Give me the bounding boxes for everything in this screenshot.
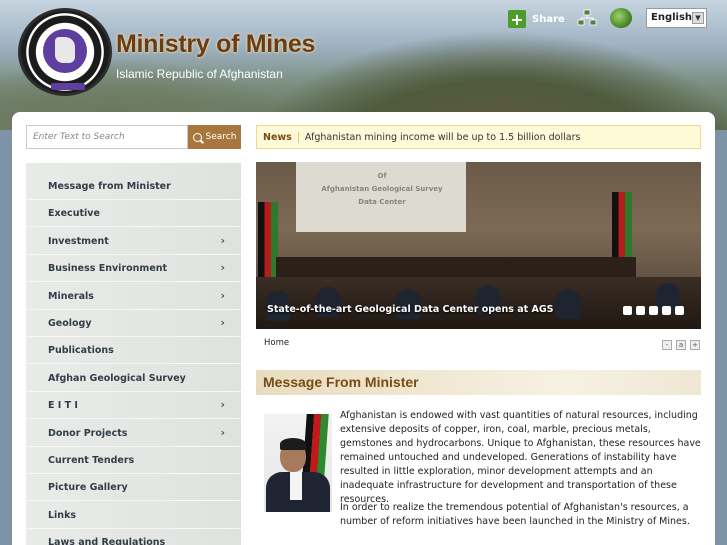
chevron-right-icon: › — [220, 261, 225, 275]
sidebar-item[interactable]: Laws and Regulations — [26, 529, 241, 545]
sidebar-item-label: Laws and Regulations — [48, 537, 166, 545]
portrait-shirt — [290, 472, 302, 500]
sidebar-item-label: Geology — [48, 318, 92, 329]
slide-dot-1[interactable] — [623, 306, 632, 315]
sidebar-item[interactable]: Executive — [26, 200, 241, 228]
sidebar-nav: Message from Minister Executive Investment… — [26, 163, 241, 545]
sidebar-item[interactable]: Publications — [26, 337, 241, 365]
section-header: Message From Minister — [256, 370, 701, 395]
featured-slideshow[interactable]: Of Afghanistan Geological Survey Data Ce… — [256, 162, 701, 329]
sidebar-item-label: Links — [48, 509, 77, 521]
language-select[interactable]: English ▼ — [646, 8, 707, 28]
sidebar-item[interactable]: Links — [26, 502, 241, 529]
chevron-right-icon: › — [220, 425, 225, 439]
sidebar-item-label: Executive — [48, 208, 100, 220]
text-decrease-button[interactable]: - — [662, 340, 672, 350]
plus-icon: + — [508, 10, 526, 29]
intro-paragraph: Afghanistan is endowed with vast quantit… — [340, 410, 701, 505]
slide-dot-2[interactable] — [636, 306, 645, 315]
slide-dot-5[interactable] — [675, 306, 684, 315]
site-subtitle: Islamic Republic of Afghanistan — [116, 67, 283, 81]
seal-ribbon — [51, 83, 85, 90]
text-increase-button[interactable]: + — [690, 340, 700, 350]
page-title: Message From Minister — [263, 374, 419, 390]
chevron-right-icon: › — [220, 233, 225, 247]
sidebar-item-label: Investment — [48, 235, 109, 247]
sidebar-item-label: Picture Gallery — [48, 482, 128, 494]
slide-dot-3[interactable] — [649, 306, 658, 315]
sidebar-item[interactable]: Minerals › — [26, 283, 241, 310]
sidebar-item[interactable]: Donor Projects › — [26, 420, 241, 447]
search-placeholder: Enter Text to Search — [33, 132, 125, 142]
chevron-right-icon: › — [220, 398, 225, 412]
news-headline[interactable]: Afghanistan mining income will be up to … — [305, 132, 581, 143]
news-ticker[interactable]: News Afghanistan mining income will be u… — [256, 125, 701, 149]
site-title[interactable]: Ministry of Mines — [116, 30, 315, 59]
search-icon — [192, 132, 202, 142]
sidebar-item[interactable]: E I T I › — [26, 392, 241, 420]
ministry-seal-logo[interactable] — [18, 8, 112, 96]
chevron-right-icon: › — [220, 316, 225, 329]
search-input[interactable]: Enter Text to Search — [26, 125, 188, 149]
audience-member — [556, 289, 580, 319]
sidebar-item[interactable]: Investment › — [26, 228, 241, 255]
chevron-down-icon: ▼ — [692, 12, 704, 24]
slide-caption[interactable]: State-of-the-art Geological Data Center … — [267, 304, 553, 315]
sidebar-item-label: Business Environment — [48, 263, 168, 275]
breadcrumb-home[interactable]: Home — [264, 338, 289, 348]
sidebar-item[interactable]: Afghan Geological Survey — [26, 365, 241, 392]
sidebar-item-label: Minerals — [48, 290, 94, 302]
sidebar-item-label: Current Tenders — [48, 455, 135, 466]
sidebar-item[interactable]: Business Environment › — [26, 255, 241, 283]
sidebar-item[interactable]: Message from Minister — [26, 173, 241, 200]
text-reset-button[interactable]: a — [676, 340, 686, 350]
search-button-label: Search — [205, 132, 237, 142]
news-label: News — [257, 131, 299, 143]
chevron-right-icon: › — [220, 288, 225, 302]
slide-audience — [256, 277, 701, 329]
sidebar-item-label: E I T I — [48, 400, 78, 412]
slide-dot-4[interactable] — [662, 306, 671, 315]
sidebar-item-label: Message from Minister — [48, 181, 171, 192]
reform-paragraph: In order to realize the tremendous poten… — [340, 502, 690, 527]
search-button[interactable]: Search — [188, 125, 241, 149]
sidebar-item[interactable]: Picture Gallery — [26, 474, 241, 502]
sitemap-icon[interactable] — [577, 9, 597, 27]
portrait-hair — [280, 438, 306, 450]
minister-portrait — [264, 414, 332, 512]
seal-emblem — [43, 29, 87, 73]
sidebar-item[interactable]: Geology › — [26, 310, 241, 337]
share-label: Share — [532, 13, 565, 25]
slide-screen-text: Of Afghanistan Geological Survey Data Ce… — [321, 172, 443, 206]
sidebar-item[interactable]: Current Tenders — [26, 447, 241, 474]
language-value: English — [651, 12, 693, 23]
globe-icon[interactable] — [610, 8, 632, 28]
sidebar-item-label: Donor Projects — [48, 427, 128, 439]
share-button[interactable]: + Share — [508, 8, 566, 30]
sidebar-item-label: Afghan Geological Survey — [48, 372, 186, 384]
sidebar-item-label: Publications — [48, 345, 114, 357]
